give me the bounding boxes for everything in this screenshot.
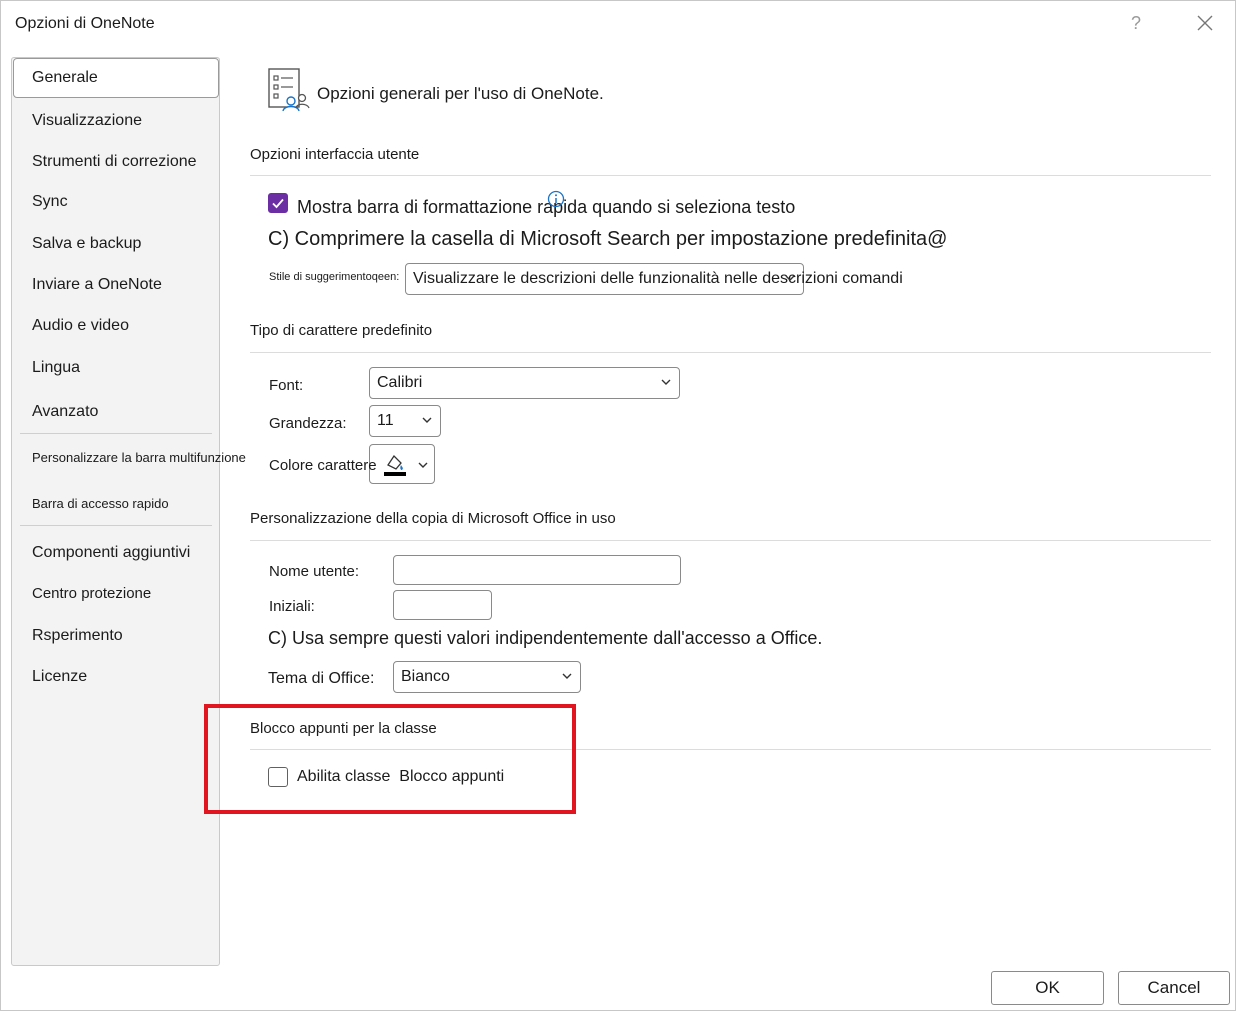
sidebar-item-avanzato[interactable]: Avanzato (12, 393, 219, 431)
chevron-down-icon (661, 379, 671, 385)
sidebar-item-strumenti-correzione[interactable]: Strumenti di correzione (12, 143, 219, 181)
ok-button[interactable]: OK (991, 971, 1104, 1005)
section-divider (250, 352, 1211, 353)
options-dialog: Opzioni di OneNote ? Generale Visualizza… (0, 0, 1236, 1011)
chevron-down-icon (422, 417, 432, 423)
page-header: Opzioni generali per l'uso di OneNote. (317, 84, 604, 103)
username-label: Nome utente: (269, 563, 360, 580)
search-collapse-label[interactable]: C) Comprimere la casella di Microsoft Se… (268, 228, 947, 251)
sidebar-separator (20, 525, 212, 526)
sidebar-item-inviare-onenote[interactable]: Inviare a OneNote (12, 266, 219, 304)
sidebar-item-visualizzazione[interactable]: Visualizzazione (12, 102, 219, 140)
sidebar: Generale Visualizzazione Strumenti di co… (11, 57, 246, 966)
font-color-label: Colore carattere (269, 457, 377, 474)
sidebar-item-licenze[interactable]: Licenze (12, 658, 219, 696)
sidebar-item-centro-protezione[interactable]: Centro protezione (12, 575, 219, 613)
chevron-down-icon (785, 275, 795, 281)
screentip-style-label: Stile di suggerimentoqeen: (269, 271, 400, 283)
sidebar-item-esperimento[interactable]: Rsperimento (12, 617, 219, 655)
size-select[interactable]: 11 (369, 405, 441, 437)
section-title-personalize: Personalizzazione della copia di Microso… (250, 510, 616, 527)
size-value: 11 (377, 412, 394, 429)
sidebar-item-salva-backup[interactable]: Salva e backup (12, 225, 219, 263)
mini-toolbar-checkbox[interactable] (268, 193, 288, 213)
chevron-down-icon (418, 462, 428, 468)
font-select[interactable]: Calibri (369, 367, 680, 399)
sidebar-item-barra-accesso-rapido[interactable]: Barra di accesso rapido (12, 485, 219, 523)
font-value: Calibri (377, 374, 423, 391)
sidebar-item-audio-video[interactable]: Audio e video (12, 307, 219, 345)
sidebar-item-personalizza-barra[interactable]: Personalizzare la barra multifunzione (12, 439, 246, 477)
close-icon (1197, 15, 1213, 31)
sidebar-item-componenti[interactable]: Componenti aggiuntivi (12, 534, 219, 572)
title-bar: Opzioni di OneNote ? (1, 1, 1236, 49)
initials-label: Iniziali: (269, 598, 315, 615)
section-divider (250, 540, 1211, 541)
chevron-down-icon (562, 673, 572, 679)
screentip-style-value: Visualizzare le descrizioni delle funzio… (413, 270, 903, 287)
close-button[interactable] (1191, 9, 1219, 37)
sidebar-separator (20, 433, 212, 434)
section-title-ui: Opzioni interfaccia utente (250, 146, 420, 163)
screentip-style-select[interactable]: Visualizzare le descrizioni delle funzio… (405, 263, 903, 295)
always-use-values-label[interactable]: C) Usa sempre questi valori indipendente… (268, 628, 822, 649)
help-button[interactable]: ? (1126, 11, 1146, 35)
font-color-button[interactable] (369, 444, 435, 484)
highlight-box (204, 704, 576, 814)
office-theme-label: Tema di Office: (268, 670, 375, 687)
sidebar-item-lingua[interactable]: Lingua (12, 349, 219, 387)
section-divider (250, 175, 1211, 176)
cancel-button[interactable]: Cancel (1118, 971, 1230, 1005)
initials-field[interactable] (393, 590, 492, 620)
info-icon (547, 190, 565, 208)
section-title-font: Tipo di carattere predefinito (250, 322, 433, 339)
font-label: Font: (269, 377, 304, 394)
font-color-icon (384, 454, 406, 476)
office-theme-value: Bianco (401, 668, 450, 685)
main-content: Opzioni generali per l'uso di OneNote. O… (231, 57, 1227, 957)
sidebar-item-generale[interactable]: Generale (13, 58, 219, 98)
sidebar-item-sync[interactable]: Sync (12, 183, 219, 221)
checkmark-icon (272, 198, 284, 209)
dialog-title: Opzioni di OneNote (15, 15, 155, 32)
username-field[interactable] (393, 555, 681, 585)
office-theme-select[interactable]: Bianco (393, 661, 581, 693)
size-label: Grandezza: (269, 415, 347, 432)
options-general-icon (268, 68, 310, 112)
